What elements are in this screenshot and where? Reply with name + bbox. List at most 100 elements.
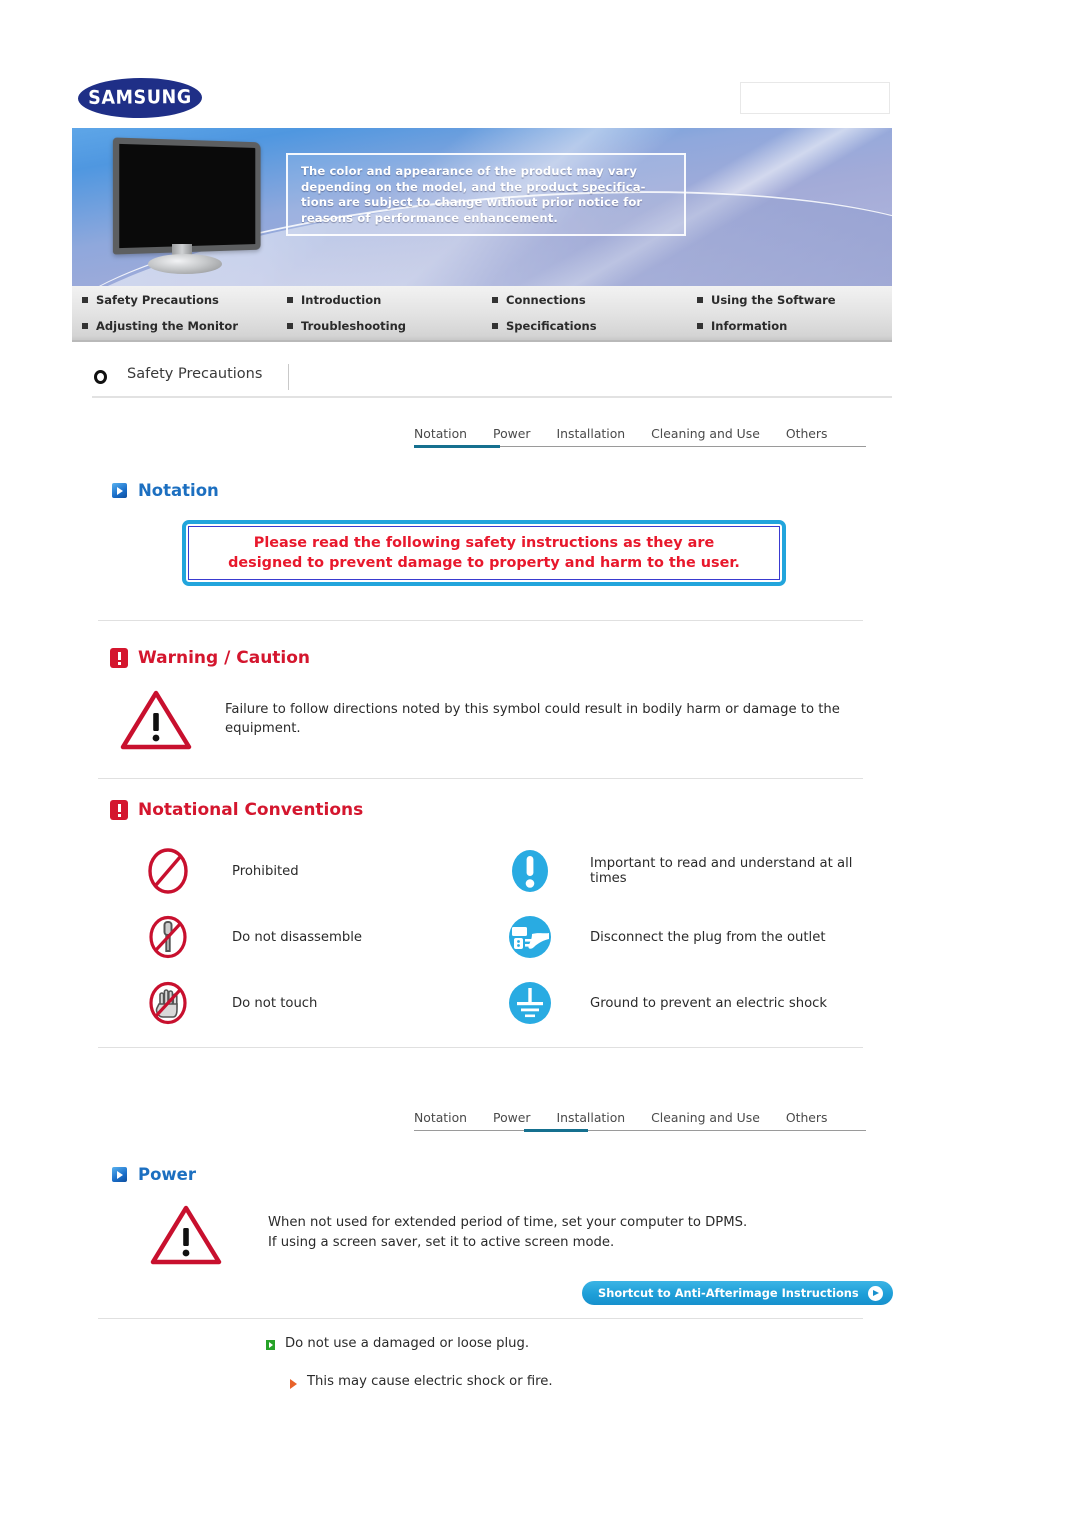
nav-item-safety-precautions[interactable]: Safety Precautions [72, 287, 277, 313]
exclamation-badge-icon [110, 800, 128, 820]
banner-callout: The color and appearance of the product … [286, 153, 686, 236]
convention-prohibited: Prohibited [140, 843, 502, 899]
convention-label: Prohibited [232, 863, 299, 879]
tabstrip-bottom: Notation Power Installation Cleaning and… [414, 1104, 866, 1138]
notice-line-1: Please read the following safety instruc… [253, 535, 715, 551]
important-exclamation-icon [502, 843, 558, 899]
nav-item-label: Connections [506, 293, 586, 307]
do-not-touch-icon [140, 975, 196, 1031]
section-heading-warning-caution: Warning / Caution [110, 648, 310, 668]
main-nav: Safety Precautions Introduction Connecti… [72, 286, 892, 342]
section-heading-label: Warning / Caution [138, 648, 311, 668]
power-body-line-2: If using a screen saver, set it to activ… [268, 1235, 615, 1250]
disconnect-plug-icon [502, 909, 558, 965]
tab-active-underline-power [524, 1129, 588, 1132]
tab-installation[interactable]: Installation [557, 426, 626, 446]
breadcrumb: Safety Precautions [92, 364, 892, 398]
samsung-logo-text: SAMSUNG [88, 86, 192, 110]
tab-power[interactable]: Power [493, 1110, 530, 1130]
tab-notation[interactable]: Notation [414, 426, 467, 446]
power-body-line-1: When not used for extended period of tim… [268, 1215, 748, 1230]
product-banner: The color and appearance of the product … [72, 128, 892, 286]
nav-item-label: Troubleshooting [301, 319, 407, 333]
conventions-grid: Prohibited Important to read and underst… [140, 838, 880, 1036]
tab-cleaning-and-use[interactable]: Cleaning and Use [651, 1110, 760, 1130]
orange-triangle-bullet-icon [290, 1379, 297, 1389]
green-arrow-bullet-icon [266, 1340, 275, 1350]
nav-item-using-the-software[interactable]: Using the Software [687, 287, 892, 313]
section-divider [98, 778, 863, 779]
breadcrumb-rule [92, 396, 892, 398]
samsung-logo: SAMSUNG [77, 77, 203, 119]
bullet-square-icon [82, 297, 88, 303]
conventions-row: Do not disassemble Disconnect the plug f… [140, 904, 880, 970]
nav-item-adjusting-the-monitor[interactable]: Adjusting the Monitor [72, 313, 277, 339]
breadcrumb-label: Safety Precautions [127, 366, 263, 382]
exclamation-badge-icon [110, 648, 128, 668]
warning-body-text: Failure to follow directions noted by th… [225, 702, 840, 736]
warning-triangle-icon [120, 690, 192, 750]
notice-line-2: designed to prevent damage to property a… [228, 555, 740, 571]
convention-disconnect-plug: Disconnect the plug from the outlet [502, 909, 864, 965]
monitor-image [100, 137, 268, 274]
tab-active-underline-notation [414, 445, 500, 448]
nav-row-2: Adjusting the Monitor Troubleshooting Sp… [72, 313, 892, 339]
convention-do-not-disassemble: Do not disassemble [140, 909, 502, 965]
manual-page: SAMSUNG The color and appearance of the … [0, 0, 1080, 1528]
convention-label: Ground to prevent an electric shock [590, 995, 828, 1011]
convention-label: Disconnect the plug from the outlet [590, 929, 826, 945]
nav-row-1: Safety Precautions Introduction Connecti… [72, 287, 892, 313]
warning-triangle-icon [150, 1205, 222, 1265]
nav-item-specifications[interactable]: Specifications [482, 313, 687, 339]
blue-arrow-icon [112, 483, 127, 498]
nav-item-label: Adjusting the Monitor [96, 319, 238, 333]
tab-others[interactable]: Others [786, 426, 828, 446]
tab-power[interactable]: Power [493, 426, 530, 446]
power-bullet-item: Do not use a damaged or loose plug. [266, 1336, 529, 1351]
ground-earth-icon [502, 975, 558, 1031]
monitor-screen [112, 137, 261, 255]
tabstrip-top: Notation Power Installation Cleaning and… [414, 420, 866, 454]
bullet-square-icon [697, 297, 703, 303]
section-divider [98, 1047, 863, 1048]
tab-installation[interactable]: Installation [557, 1110, 626, 1130]
section-heading-notational-conventions: Notational Conventions [110, 800, 363, 820]
tab-cleaning-and-use[interactable]: Cleaning and Use [651, 426, 760, 446]
tabstrip-top-tabs: Notation Power Installation Cleaning and… [414, 420, 827, 446]
tabstrip-rule [414, 1130, 866, 1131]
section-heading-label: Power [138, 1165, 196, 1184]
tab-others[interactable]: Others [786, 1110, 828, 1130]
play-arrow-icon [867, 1285, 883, 1301]
ring-icon [94, 370, 107, 384]
power-block: When not used for extended period of tim… [150, 1205, 890, 1275]
tabstrip-bottom-tabs: Notation Power Installation Cleaning and… [414, 1104, 827, 1130]
tab-notation[interactable]: Notation [414, 1110, 467, 1130]
callout-line-1: The color and appearance of the product … [301, 164, 638, 178]
nav-item-introduction[interactable]: Introduction [277, 287, 482, 313]
nav-item-information[interactable]: Information [687, 313, 892, 339]
nav-item-label: Using the Software [711, 293, 836, 307]
bullet-square-icon [82, 323, 88, 329]
nav-item-label: Safety Precautions [96, 293, 219, 307]
nav-item-troubleshooting[interactable]: Troubleshooting [277, 313, 482, 339]
warning-block: Failure to follow directions noted by th… [120, 690, 880, 760]
convention-label: Do not touch [232, 995, 318, 1011]
convention-label: Important to read and understand at all … [590, 856, 853, 886]
prohibited-icon [140, 843, 196, 899]
header-blank-box [740, 82, 890, 114]
do-not-disassemble-icon [140, 909, 196, 965]
conventions-row: Prohibited Important to read and underst… [140, 838, 880, 904]
shortcut-anti-afterimage-button[interactable]: Shortcut to Anti-Afterimage Instructions [582, 1281, 893, 1305]
nav-item-connections[interactable]: Connections [482, 287, 687, 313]
callout-line-2: depending on the model, and the product … [301, 179, 646, 194]
section-divider [98, 1318, 863, 1319]
power-sub-bullet-item: This may cause electric shock or fire. [290, 1374, 553, 1389]
callout-line-3: tions are subject to change without prio… [301, 195, 643, 210]
convention-important: Important to read and understand at all … [502, 843, 864, 899]
convention-label: Do not disassemble [232, 929, 363, 945]
nav-item-label: Specifications [506, 319, 597, 333]
convention-do-not-touch: Do not touch [140, 975, 502, 1031]
section-heading-label: Notation [138, 481, 219, 500]
bullet-square-icon [492, 323, 498, 329]
convention-ground: Ground to prevent an electric shock [502, 975, 864, 1031]
